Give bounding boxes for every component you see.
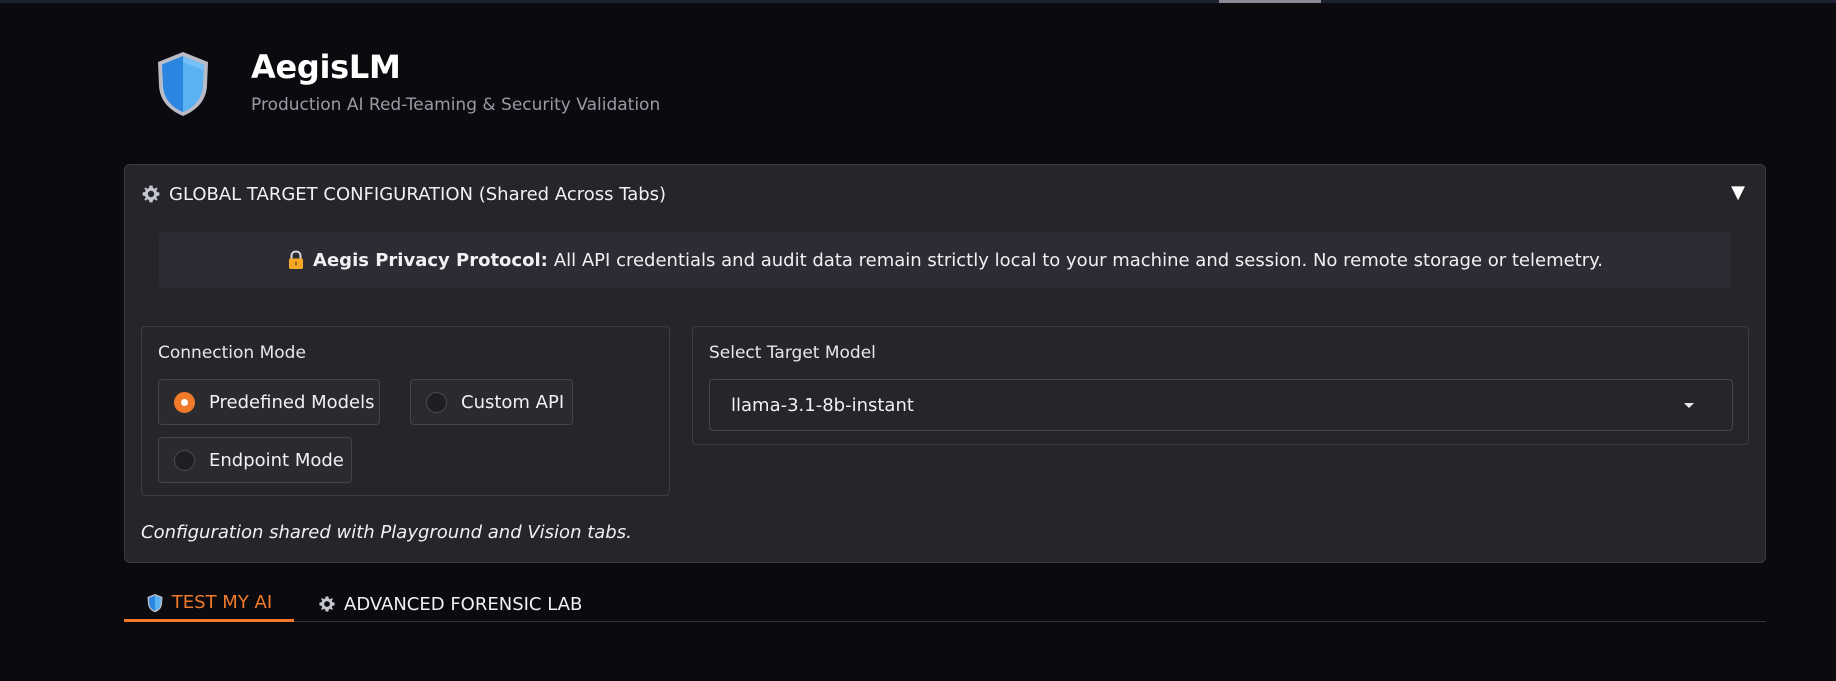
radio-predefined-models[interactable]: Predefined Models (158, 379, 380, 425)
radio-custom-api[interactable]: Custom API (410, 379, 573, 425)
app-subtitle: Production AI Red-Teaming & Security Val… (251, 95, 661, 115)
radio-label: Custom API (461, 391, 565, 413)
radio-endpoint-mode[interactable]: Endpoint Mode (158, 437, 352, 483)
main-tabs: TEST MY AI ADVANCED FORENSIC LAB (124, 586, 1766, 622)
connection-mode-label: Connection Mode (158, 343, 306, 363)
radio-unchecked-indicator[interactable] (174, 449, 195, 471)
tab-label: ADVANCED FORENSIC LAB (344, 593, 583, 615)
config-accordion-header[interactable]: GLOBAL TARGET CONFIGURATION (Shared Acro… (141, 181, 1749, 207)
gear-icon (319, 596, 335, 612)
target-model-group: Select Target Model llama-3.1-8b-instant (692, 326, 1749, 445)
lock-icon (289, 250, 304, 269)
radio-checked-indicator[interactable] (174, 391, 195, 413)
tab-advanced-forensic-lab[interactable]: ADVANCED FORENSIC LAB (318, 586, 582, 622)
privacy-text: All API credentials and audit data remai… (553, 249, 1603, 271)
global-config-panel: GLOBAL TARGET CONFIGURATION (Shared Acro… (124, 164, 1766, 563)
connection-mode-group: Connection Mode Predefined Models Custom… (141, 326, 670, 496)
privacy-label: Aegis Privacy Protocol: (313, 249, 548, 271)
target-model-label: Select Target Model (709, 343, 876, 363)
radio-unchecked-indicator[interactable] (426, 391, 447, 413)
collapse-arrow-icon[interactable]: ▼ (1731, 183, 1745, 203)
shield-icon (158, 52, 208, 116)
top-scroll-indicator (1219, 0, 1321, 3)
gear-icon (142, 185, 160, 203)
config-title: GLOBAL TARGET CONFIGURATION (Shared Acro… (169, 183, 667, 205)
window-top-border (0, 0, 1836, 3)
radio-label: Endpoint Mode (209, 449, 344, 471)
target-model-dropdown[interactable]: llama-3.1-8b-instant (709, 379, 1733, 431)
chevron-down-icon[interactable] (1684, 403, 1694, 408)
tab-test-my-ai[interactable]: TEST MY AI (124, 586, 294, 622)
tab-label: TEST MY AI (171, 592, 273, 613)
config-shared-note: Configuration shared with Playground and… (141, 522, 632, 543)
privacy-banner: Aegis Privacy Protocol: All API credenti… (159, 232, 1731, 288)
target-model-value: llama-3.1-8b-instant (731, 394, 914, 416)
app-title: AegisLM (251, 48, 401, 86)
radio-label: Predefined Models (209, 391, 375, 413)
shield-icon (147, 593, 163, 612)
